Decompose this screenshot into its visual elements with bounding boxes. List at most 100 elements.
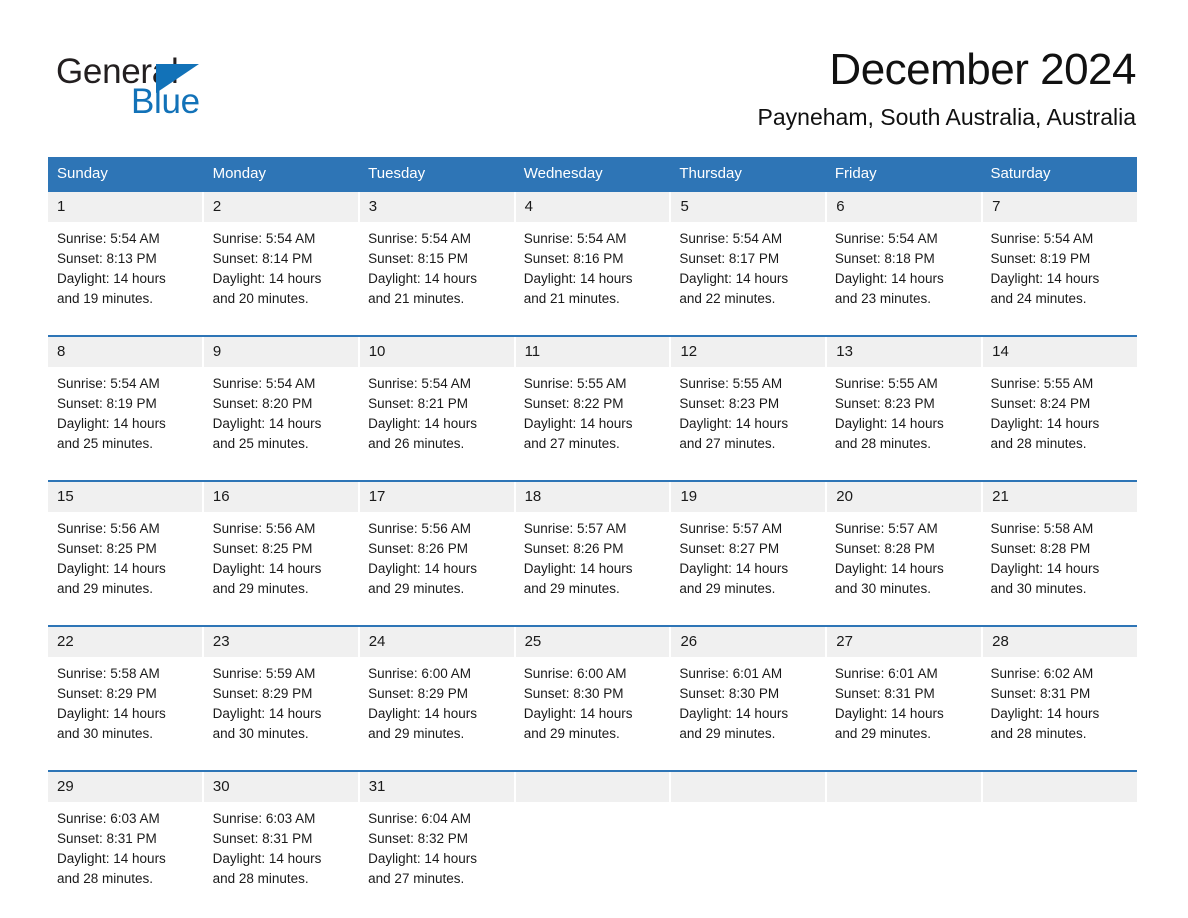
daylight-text-line1: Daylight: 14 hours xyxy=(368,416,477,431)
day-number[interactable]: 8 xyxy=(48,337,204,367)
sunrise-text: Sunrise: 5:54 AM xyxy=(212,376,316,391)
day-number[interactable]: 7 xyxy=(983,192,1138,222)
day-cell[interactable]: Sunrise: 6:00 AM Sunset: 8:30 PM Dayligh… xyxy=(515,657,671,744)
day-cell[interactable]: Sunrise: 5:54 AM Sunset: 8:19 PM Dayligh… xyxy=(981,222,1137,309)
day-cell[interactable]: Sunrise: 5:54 AM Sunset: 8:13 PM Dayligh… xyxy=(48,222,204,309)
day-cell[interactable]: Sunrise: 5:55 AM Sunset: 8:22 PM Dayligh… xyxy=(515,367,671,454)
week-row: 15 16 17 18 19 20 21 Sunrise: 5:56 AM Su… xyxy=(48,480,1138,625)
day-cell[interactable]: Sunrise: 5:57 AM Sunset: 8:28 PM Dayligh… xyxy=(826,512,982,599)
week-detail-row: Sunrise: 5:54 AM Sunset: 8:13 PM Dayligh… xyxy=(48,222,1137,309)
week-row: 22 23 24 25 26 27 28 Sunrise: 5:58 AM Su… xyxy=(48,625,1138,770)
calendar-grid: Sunday Monday Tuesday Wednesday Thursday… xyxy=(48,157,1138,915)
day-number[interactable]: 14 xyxy=(983,337,1138,367)
week-detail-row: Sunrise: 5:54 AM Sunset: 8:19 PM Dayligh… xyxy=(48,367,1137,454)
day-cell[interactable]: Sunrise: 5:54 AM Sunset: 8:18 PM Dayligh… xyxy=(826,222,982,309)
day-cell[interactable]: Sunrise: 5:54 AM Sunset: 8:15 PM Dayligh… xyxy=(359,222,515,309)
day-number[interactable]: 17 xyxy=(359,482,516,512)
sunset-text: Sunset: 8:22 PM xyxy=(523,396,624,411)
day-number[interactable]: 28 xyxy=(983,627,1138,657)
daylight-text-line1: Daylight: 14 hours xyxy=(990,561,1100,576)
day-number-empty xyxy=(671,772,828,802)
day-cell[interactable]: Sunrise: 6:01 AM Sunset: 8:31 PM Dayligh… xyxy=(826,657,982,744)
week-spacer xyxy=(48,309,1137,335)
day-cell[interactable]: Sunrise: 5:57 AM Sunset: 8:27 PM Dayligh… xyxy=(670,512,826,599)
title-block: December 2024 Payneham, South Australia,… xyxy=(376,44,1137,132)
day-cell[interactable]: Sunrise: 6:00 AM Sunset: 8:29 PM Dayligh… xyxy=(359,657,515,744)
day-cell[interactable]: Sunrise: 5:54 AM Sunset: 8:16 PM Dayligh… xyxy=(515,222,671,309)
day-number[interactable]: 13 xyxy=(827,337,984,367)
sunset-text: Sunset: 8:29 PM xyxy=(57,686,157,701)
day-cell[interactable]: Sunrise: 5:59 AM Sunset: 8:29 PM Dayligh… xyxy=(204,657,360,744)
day-cell[interactable]: Sunrise: 5:55 AM Sunset: 8:24 PM Dayligh… xyxy=(981,367,1137,454)
week-date-strip: 15 16 17 18 19 20 21 xyxy=(48,482,1138,512)
day-cell[interactable]: Sunrise: 5:58 AM Sunset: 8:28 PM Dayligh… xyxy=(981,512,1137,599)
sunset-text: Sunset: 8:31 PM xyxy=(212,831,313,846)
day-number[interactable]: 2 xyxy=(203,192,360,222)
sunset-text: Sunset: 8:31 PM xyxy=(57,831,157,846)
day-number[interactable]: 24 xyxy=(359,627,516,657)
daylight-text-line1: Daylight: 14 hours xyxy=(368,271,477,286)
day-number[interactable]: 30 xyxy=(203,772,360,802)
day-number-empty xyxy=(983,772,1138,802)
day-number[interactable]: 25 xyxy=(515,627,672,657)
day-cell[interactable]: Sunrise: 5:54 AM Sunset: 8:17 PM Dayligh… xyxy=(670,222,826,309)
daylight-text-line1: Daylight: 14 hours xyxy=(57,271,166,286)
day-number[interactable]: 18 xyxy=(515,482,672,512)
daylight-text-line1: Daylight: 14 hours xyxy=(834,271,944,286)
general-blue-logo[interactable]: General Blue xyxy=(56,52,316,124)
sunset-text: Sunset: 8:24 PM xyxy=(990,396,1091,411)
day-number[interactable]: 27 xyxy=(827,627,984,657)
day-cell[interactable]: Sunrise: 5:54 AM Sunset: 8:19 PM Dayligh… xyxy=(48,367,204,454)
day-number[interactable]: 22 xyxy=(48,627,204,657)
day-cell[interactable]: Sunrise: 5:56 AM Sunset: 8:25 PM Dayligh… xyxy=(48,512,204,599)
day-cell[interactable]: Sunrise: 5:55 AM Sunset: 8:23 PM Dayligh… xyxy=(670,367,826,454)
sunrise-text: Sunrise: 5:55 AM xyxy=(523,376,627,391)
day-number[interactable]: 23 xyxy=(203,627,360,657)
day-number[interactable]: 1 xyxy=(48,192,204,222)
sunrise-text: Sunrise: 5:58 AM xyxy=(57,666,160,681)
sunset-text: Sunset: 8:29 PM xyxy=(368,686,468,701)
day-cell[interactable]: Sunrise: 5:58 AM Sunset: 8:29 PM Dayligh… xyxy=(48,657,204,744)
daylight-text-line2: and 28 minutes. xyxy=(834,436,931,451)
daylight-text-line1: Daylight: 14 hours xyxy=(212,706,322,721)
week-row: 8 9 10 11 12 13 14 Sunrise: 5:54 AM Suns… xyxy=(48,335,1138,480)
day-number[interactable]: 15 xyxy=(48,482,204,512)
sunset-text: Sunset: 8:13 PM xyxy=(57,251,157,266)
day-number[interactable]: 6 xyxy=(827,192,984,222)
day-cell[interactable]: Sunrise: 5:56 AM Sunset: 8:25 PM Dayligh… xyxy=(204,512,360,599)
day-number[interactable]: 26 xyxy=(671,627,828,657)
day-number[interactable]: 21 xyxy=(983,482,1138,512)
sunset-text: Sunset: 8:25 PM xyxy=(212,541,313,556)
daylight-text-line2: and 28 minutes. xyxy=(990,436,1087,451)
day-number[interactable]: 5 xyxy=(671,192,828,222)
day-cell[interactable]: Sunrise: 6:03 AM Sunset: 8:31 PM Dayligh… xyxy=(48,802,204,889)
sunrise-text: Sunrise: 6:03 AM xyxy=(57,811,160,826)
day-cell[interactable]: Sunrise: 5:54 AM Sunset: 8:14 PM Dayligh… xyxy=(204,222,360,309)
day-number[interactable]: 3 xyxy=(359,192,516,222)
day-cell[interactable]: Sunrise: 6:02 AM Sunset: 8:31 PM Dayligh… xyxy=(981,657,1137,744)
day-number[interactable]: 4 xyxy=(515,192,672,222)
day-cell[interactable]: Sunrise: 5:55 AM Sunset: 8:23 PM Dayligh… xyxy=(826,367,982,454)
day-number[interactable]: 12 xyxy=(671,337,828,367)
day-number[interactable]: 11 xyxy=(515,337,672,367)
sunset-text: Sunset: 8:25 PM xyxy=(57,541,157,556)
sunset-text: Sunset: 8:18 PM xyxy=(834,251,935,266)
day-cell[interactable]: Sunrise: 5:54 AM Sunset: 8:21 PM Dayligh… xyxy=(359,367,515,454)
day-cell[interactable]: Sunrise: 5:57 AM Sunset: 8:26 PM Dayligh… xyxy=(515,512,671,599)
day-number[interactable]: 19 xyxy=(671,482,828,512)
day-cell[interactable]: Sunrise: 6:04 AM Sunset: 8:32 PM Dayligh… xyxy=(359,802,515,889)
day-number[interactable]: 31 xyxy=(359,772,516,802)
sunset-text: Sunset: 8:21 PM xyxy=(368,396,468,411)
day-cell[interactable]: Sunrise: 5:54 AM Sunset: 8:20 PM Dayligh… xyxy=(204,367,360,454)
daylight-text-line2: and 21 minutes. xyxy=(523,291,620,306)
week-detail-row: Sunrise: 5:56 AM Sunset: 8:25 PM Dayligh… xyxy=(48,512,1137,599)
day-number[interactable]: 10 xyxy=(359,337,516,367)
day-cell[interactable]: Sunrise: 6:01 AM Sunset: 8:30 PM Dayligh… xyxy=(670,657,826,744)
day-number[interactable]: 16 xyxy=(203,482,360,512)
day-number[interactable]: 20 xyxy=(827,482,984,512)
day-number[interactable]: 9 xyxy=(203,337,360,367)
day-number[interactable]: 29 xyxy=(48,772,204,802)
day-cell[interactable]: Sunrise: 5:56 AM Sunset: 8:26 PM Dayligh… xyxy=(359,512,515,599)
week-date-strip: 22 23 24 25 26 27 28 xyxy=(48,627,1138,657)
day-cell[interactable]: Sunrise: 6:03 AM Sunset: 8:31 PM Dayligh… xyxy=(204,802,360,889)
